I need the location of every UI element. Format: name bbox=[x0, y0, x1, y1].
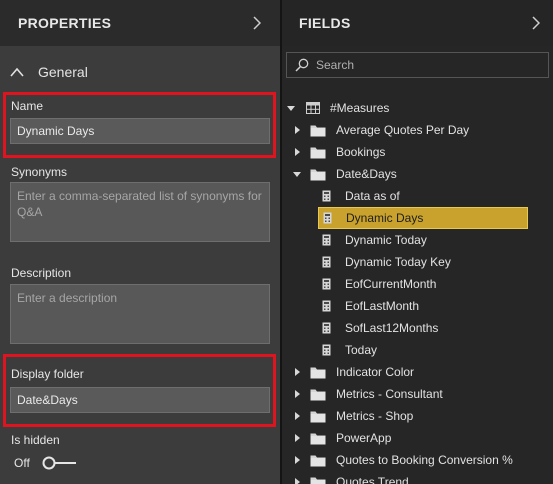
tree-measure-selected-label: Dynamic Days bbox=[346, 211, 424, 225]
folder-icon bbox=[310, 455, 326, 466]
tree-folder[interactable]: Average Quotes Per Day bbox=[292, 119, 469, 141]
expand-arrow-icon bbox=[295, 148, 300, 156]
properties-header: PROPERTIES bbox=[0, 0, 280, 46]
tree-folder[interactable]: Bookings bbox=[292, 141, 385, 163]
tree-measure-label: Dynamic Today Key bbox=[345, 255, 451, 269]
tree-folder-label: PowerApp bbox=[336, 431, 392, 445]
calculator-icon bbox=[322, 300, 331, 312]
tree-folder-label: Quotes to Booking Conversion % bbox=[336, 453, 513, 467]
folder-icon bbox=[310, 147, 326, 158]
expand-arrow-icon bbox=[295, 412, 300, 420]
tree-folder-label: Average Quotes Per Day bbox=[336, 123, 470, 137]
collapse-arrow-icon bbox=[287, 106, 295, 111]
chevron-up-icon bbox=[10, 67, 24, 77]
general-section-toggle[interactable]: General bbox=[0, 58, 280, 86]
properties-title: PROPERTIES bbox=[18, 15, 112, 31]
tree-folder[interactable]: PowerApp bbox=[292, 427, 391, 449]
folder-icon bbox=[310, 411, 326, 422]
calculator-icon bbox=[322, 190, 331, 202]
tree-folder[interactable]: Metrics - Shop bbox=[292, 405, 413, 427]
collapse-fields-chevron-icon[interactable] bbox=[532, 16, 540, 30]
tree-measure[interactable]: Dynamic Today Key bbox=[318, 251, 451, 273]
tree-folder[interactable]: Metrics - Consultant bbox=[292, 383, 443, 405]
fields-title: FIELDS bbox=[299, 15, 351, 31]
synonyms-input[interactable]: Enter a comma-separated list of synonyms… bbox=[10, 182, 270, 242]
display-folder-highlight-box bbox=[3, 354, 276, 427]
general-section-label: General bbox=[38, 64, 88, 80]
collapse-arrow-icon bbox=[293, 172, 301, 177]
tree-measure[interactable]: Data as of bbox=[318, 185, 400, 207]
tree-folder[interactable]: Quotes to Booking Conversion % bbox=[292, 449, 513, 471]
tree-folder-label: Quotes Trend bbox=[336, 475, 409, 484]
tree-measure-label: EofCurrentMonth bbox=[345, 277, 437, 291]
table-icon bbox=[306, 102, 320, 114]
calculator-icon bbox=[322, 234, 331, 246]
tree-measure[interactable]: Today bbox=[318, 339, 377, 361]
tree-table-measures[interactable]: #Measures bbox=[286, 97, 389, 119]
tree-measure[interactable]: EofCurrentMonth bbox=[318, 273, 436, 295]
tree-table-measures-label: #Measures bbox=[330, 101, 390, 115]
tree-folder-open[interactable]: Date&Days bbox=[292, 163, 397, 185]
search-icon bbox=[295, 58, 309, 72]
is-hidden-label: Is hidden bbox=[11, 433, 60, 447]
tree-measure-selected[interactable]: Dynamic Days bbox=[318, 207, 528, 229]
expand-arrow-icon bbox=[295, 478, 300, 484]
tree-folder-label: Indicator Color bbox=[336, 365, 415, 379]
description-input[interactable]: Enter a description bbox=[10, 284, 270, 344]
name-highlight-box bbox=[3, 92, 276, 158]
expand-arrow-icon bbox=[295, 368, 300, 376]
folder-icon bbox=[310, 433, 326, 444]
fields-search-box[interactable] bbox=[286, 52, 549, 78]
folder-icon bbox=[310, 169, 326, 180]
tree-folder[interactable]: Indicator Color bbox=[292, 361, 414, 383]
tree-measure[interactable]: EofLastMonth bbox=[318, 295, 419, 317]
expand-arrow-icon bbox=[295, 126, 300, 134]
tree-folder-label: Bookings bbox=[336, 145, 386, 159]
folder-icon bbox=[310, 477, 326, 484]
tree-measure-label: Data as of bbox=[345, 189, 400, 203]
synonyms-label: Synonyms bbox=[11, 165, 68, 179]
tree-folder[interactable]: Quotes Trend bbox=[292, 471, 409, 484]
folder-icon bbox=[310, 125, 326, 136]
properties-pane: PROPERTIES General Name Dynamic Days Syn… bbox=[0, 0, 280, 484]
calculator-icon bbox=[322, 344, 331, 356]
fields-header: FIELDS bbox=[282, 0, 553, 46]
expand-arrow-icon bbox=[295, 434, 300, 442]
tree-measure[interactable]: Dynamic Today bbox=[318, 229, 427, 251]
tree-folder-label: Metrics - Shop bbox=[336, 409, 414, 423]
tree-measure-label: SofLast12Months bbox=[345, 321, 439, 335]
is-hidden-state: Off bbox=[14, 456, 30, 470]
folder-icon bbox=[310, 367, 326, 378]
tree-measure-label: Today bbox=[345, 343, 378, 357]
synonyms-placeholder: Enter a comma-separated list of synonyms… bbox=[17, 189, 262, 219]
tree-measure[interactable]: SofLast12Months bbox=[318, 317, 438, 339]
folder-icon bbox=[310, 389, 326, 400]
fields-pane: FIELDS #Measures Average Quotes Per Day Bo… bbox=[282, 0, 553, 484]
tree-measure-label: Dynamic Today bbox=[345, 233, 427, 247]
calculator-icon bbox=[322, 256, 331, 268]
expand-arrow-icon bbox=[295, 390, 300, 398]
description-placeholder: Enter a description bbox=[17, 291, 118, 305]
calculator-icon bbox=[322, 322, 331, 334]
expand-arrow-icon bbox=[295, 456, 300, 464]
tree-folder-label: Metrics - Consultant bbox=[336, 387, 443, 401]
tree-folder-open-label: Date&Days bbox=[336, 167, 397, 181]
search-input[interactable] bbox=[316, 58, 516, 72]
tree-measure-label: EofLastMonth bbox=[345, 299, 420, 313]
calculator-icon bbox=[323, 212, 332, 224]
is-hidden-toggle[interactable] bbox=[41, 455, 77, 471]
description-label: Description bbox=[11, 266, 72, 280]
collapse-properties-chevron-icon[interactable] bbox=[253, 16, 261, 30]
calculator-icon bbox=[322, 278, 331, 290]
